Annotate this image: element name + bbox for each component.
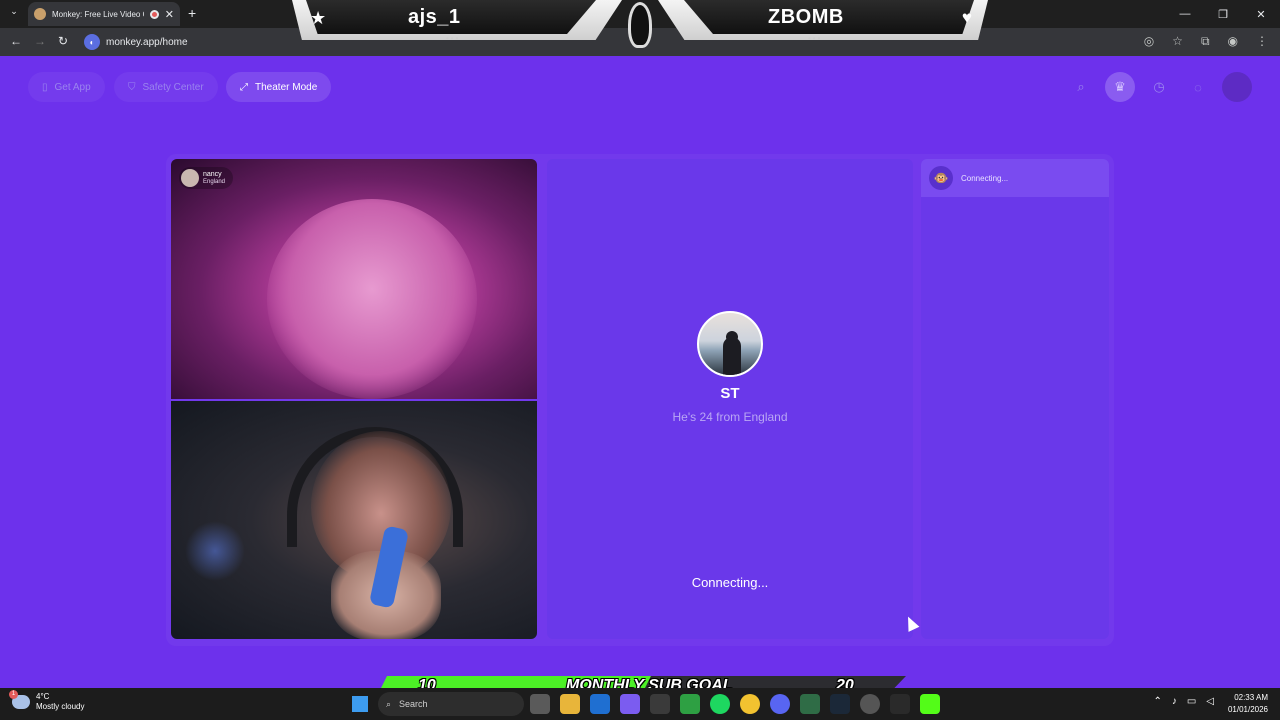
overlay-left-dots: •••	[446, 34, 461, 43]
steam-icon[interactable]	[830, 694, 850, 714]
browser-tab[interactable]: Monkey: Free Live Video Ch ✕	[28, 2, 180, 26]
spotify-icon[interactable]	[710, 694, 730, 714]
profile-icon[interactable]: ◉	[1228, 34, 1238, 49]
windows-start-icon[interactable]	[352, 696, 368, 712]
task-view-icon[interactable]	[530, 694, 550, 714]
weather-badge: 1	[9, 690, 18, 699]
chrome-icon[interactable]	[740, 694, 760, 714]
weather-desc: Mostly cloudy	[36, 702, 85, 711]
partner-avatar	[181, 169, 199, 187]
forward-icon[interactable]: →	[34, 34, 46, 48]
theater-mode-button[interactable]: ⤢ Theater Mode	[226, 72, 332, 102]
clock-date: 01/01/2026	[1227, 705, 1268, 714]
back-icon[interactable]: ←	[10, 34, 22, 48]
top-right-actions: ⌕ ♛ ◷ ◌	[1066, 72, 1252, 102]
get-app-button[interactable]: ▯ Get App	[28, 72, 105, 102]
eye-off-icon[interactable]: ◎	[1144, 34, 1154, 49]
overlay-left-name: ajs_1	[408, 6, 461, 28]
display-icon[interactable]: ▭	[1187, 696, 1196, 707]
theater-mode-label: Theater Mode	[255, 81, 318, 93]
partner-name: nancy	[203, 170, 222, 178]
tab-title: Monkey: Free Live Video Ch	[52, 9, 144, 19]
system-tray: ⌃ ♪ ▭ ◁	[1153, 696, 1214, 707]
microphone-icon[interactable]: ♪	[1172, 696, 1177, 707]
match-name: ST	[720, 385, 740, 402]
minimize-icon[interactable]: —	[1166, 0, 1204, 28]
search-icon[interactable]: ⌕	[1066, 72, 1096, 102]
overlay-right-dots: •••	[808, 34, 823, 43]
self-video	[171, 401, 537, 639]
video-stage: nancy England ST He's 24 from England Co…	[166, 154, 1114, 646]
kick-icon[interactable]	[920, 694, 940, 714]
store-icon[interactable]	[650, 694, 670, 714]
cloud-icon: 1	[9, 690, 30, 709]
star-icon: ★	[310, 8, 327, 28]
match-avatar	[697, 311, 763, 377]
tab-search-icon[interactable]: ⌄	[6, 6, 22, 22]
obs-icon[interactable]	[860, 694, 880, 714]
safety-center-button[interactable]: ⛉ Safety Center	[114, 72, 218, 102]
partner-face	[267, 199, 477, 399]
clock-time: 02:33 AM	[1234, 693, 1268, 702]
stream-overlay-banner: ★ ajs_1 ••• ZBOMB ••• ♥	[286, 0, 994, 48]
menu-dots-icon[interactable]: ⋮	[1256, 34, 1268, 49]
match-description: He's 24 from England	[672, 410, 788, 424]
overlay-logo-icon	[628, 2, 652, 48]
weather-temp: 4°C	[36, 692, 50, 701]
windows-taskbar: 1 4°C Mostly cloudy ⌕ Search ⌃ ♪ ▭ ◁ 02:…	[0, 688, 1280, 720]
restore-icon[interactable]: ❐	[1204, 0, 1242, 28]
search-glass-icon: ⌕	[386, 698, 392, 709]
tab-close-icon[interactable]: ✕	[165, 8, 174, 21]
extensions-icon[interactable]: ⧉	[1201, 34, 1210, 49]
partner-location: England	[203, 178, 226, 185]
discord-icon[interactable]	[770, 694, 790, 714]
recording-icon	[149, 9, 159, 19]
site-info-icon[interactable]: ◐	[84, 34, 100, 50]
shield-icon: ⛉	[128, 81, 136, 93]
logitech-icon[interactable]	[890, 694, 910, 714]
crown-icon[interactable]: ♛	[1105, 72, 1135, 102]
background-light	[185, 521, 245, 581]
weather-widget[interactable]: 1 4°C Mostly cloudy	[9, 690, 85, 712]
partner-video: nancy England	[171, 159, 537, 399]
excel-icon[interactable]	[800, 694, 820, 714]
overlay-right-name: ZBOMB	[768, 6, 844, 28]
monkey-icon: 🐵	[929, 166, 953, 190]
monkey-app-page: ▯ Get App ⛉ Safety Center ⤢ Theater Mode…	[0, 56, 1280, 688]
phone-icon: ▯	[42, 81, 48, 93]
chat-panel: 🐵 Connecting...	[921, 159, 1109, 639]
get-app-label: Get App	[54, 81, 91, 93]
chat-panel-status: Connecting...	[961, 173, 1009, 183]
taskbar-search[interactable]: ⌕ Search	[378, 692, 524, 716]
taskbar-search-label: Search	[399, 699, 428, 709]
history-icon[interactable]: ◷	[1144, 72, 1174, 102]
xbox-icon[interactable]	[680, 694, 700, 714]
expand-icon: ⤢	[240, 81, 248, 93]
silhouette-body	[723, 337, 741, 375]
taskbar-apps	[530, 694, 940, 714]
chat-icon[interactable]: ◌	[1183, 72, 1213, 102]
safety-center-label: Safety Center	[142, 81, 204, 93]
url-text[interactable]: monkey.app/home	[106, 37, 188, 48]
bookmark-star-icon[interactable]: ☆	[1172, 34, 1183, 49]
outlook-icon[interactable]	[590, 694, 610, 714]
clock[interactable]: 02:33 AM 01/01/2026	[1228, 692, 1268, 716]
chat-panel-header: 🐵 Connecting...	[921, 159, 1109, 197]
monkey-favicon-icon	[34, 8, 46, 20]
volume-icon[interactable]: ◁	[1206, 696, 1214, 707]
new-tab-button[interactable]: +	[188, 5, 196, 21]
partner-tag[interactable]: nancy England	[179, 167, 234, 189]
user-avatar[interactable]	[1222, 72, 1252, 102]
heart-icon: ♥	[961, 8, 972, 27]
window-controls: — ❐ ✕	[1166, 0, 1280, 28]
copilot-icon[interactable]	[620, 694, 640, 714]
address-bar-actions: ◎ ☆ ⧉ ◉ ⋮	[1144, 34, 1268, 49]
chevron-up-icon[interactable]: ⌃	[1153, 696, 1161, 707]
file-explorer-icon[interactable]	[560, 694, 580, 714]
match-card: ST He's 24 from England Connecting...	[547, 159, 913, 639]
close-window-icon[interactable]: ✕	[1242, 0, 1280, 28]
match-status: Connecting...	[691, 575, 769, 590]
reload-icon[interactable]: ↻	[58, 34, 68, 48]
